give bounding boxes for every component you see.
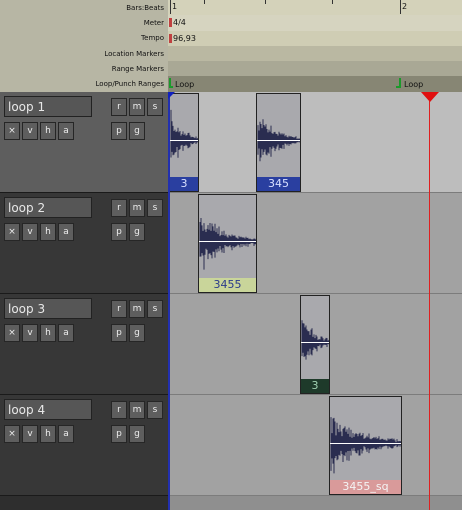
mute-button[interactable]: m [129, 401, 145, 419]
edit-point-line [168, 92, 170, 510]
view-button[interactable]: v [22, 324, 38, 342]
view-button[interactable]: v [22, 223, 38, 241]
region-name: 3455 [199, 278, 256, 292]
height-button[interactable]: h [40, 425, 56, 443]
bar-1-label: 1 [172, 2, 178, 11]
meter-value: 4/4 [173, 18, 186, 27]
region-name: 3455_sq [330, 480, 401, 494]
record-button[interactable]: r [111, 98, 127, 116]
playhead-marker[interactable] [421, 92, 439, 102]
loop-start-marker-icon[interactable] [169, 78, 173, 88]
tempo-marker[interactable] [169, 34, 172, 43]
track-header-loop-4[interactable]: loop 4 r m s × v h a p g [0, 395, 168, 496]
view-button[interactable]: v [22, 425, 38, 443]
height-button[interactable]: h [40, 324, 56, 342]
close-icon[interactable]: × [4, 425, 20, 443]
ruler-label-loop-punch: Loop/Punch Ranges [95, 80, 164, 88]
loop-end-label: Loop [404, 80, 424, 89]
ruler-label-range-markers: Range Markers [111, 65, 164, 73]
audio-region[interactable]: 345 [256, 93, 301, 192]
group-button[interactable]: g [129, 223, 145, 241]
audio-region[interactable]: 3455 [198, 194, 257, 293]
tempo-value: 96,93 [173, 34, 196, 43]
solo-button[interactable]: s [147, 401, 163, 419]
track-name-field[interactable]: loop 4 [4, 399, 92, 420]
track-header-loop-3[interactable]: loop 3 r m s × v h a p g [0, 294, 168, 395]
track-list-footer [0, 496, 168, 510]
automation-button[interactable]: a [58, 425, 74, 443]
close-icon[interactable]: × [4, 122, 20, 140]
automation-button[interactable]: a [58, 223, 74, 241]
automation-button[interactable]: a [58, 122, 74, 140]
playhead-line[interactable] [429, 92, 430, 510]
record-button[interactable]: r [111, 300, 127, 318]
loop-start-label: Loop [175, 80, 195, 89]
ruler-label-tempo: Tempo [141, 34, 164, 42]
ruler-labels: Bars:Beats Meter Tempo Location Markers … [0, 0, 168, 92]
mute-button[interactable]: m [129, 98, 145, 116]
playlist-button[interactable]: p [111, 324, 127, 342]
track-header-loop-2[interactable]: loop 2 r m s × v h a p g [0, 193, 168, 294]
mute-button[interactable]: m [129, 300, 145, 318]
track-lane-loop-1[interactable] [168, 92, 462, 193]
bar-2-label: 2 [402, 2, 408, 11]
playlist-button[interactable]: p [111, 223, 127, 241]
loop-end-marker-icon[interactable] [396, 78, 401, 88]
track-name-field[interactable]: loop 1 [4, 96, 92, 117]
meter-marker[interactable] [169, 18, 172, 27]
bar-tick [170, 0, 171, 14]
view-button[interactable]: v [22, 122, 38, 140]
waveform [257, 119, 300, 162]
ruler-area[interactable]: 1 2 4/4 96,93 Loop Loop [168, 0, 462, 92]
region-name: 3 [301, 379, 329, 393]
region-name: 3 [170, 177, 198, 191]
mute-button[interactable]: m [129, 199, 145, 217]
height-button[interactable]: h [40, 223, 56, 241]
bar-tick [400, 0, 401, 14]
automation-button[interactable]: a [58, 324, 74, 342]
bars-beats-ruler[interactable]: 1 2 [168, 0, 462, 15]
solo-button[interactable]: s [147, 199, 163, 217]
waveform [330, 417, 401, 474]
close-icon[interactable]: × [4, 324, 20, 342]
beat-tick [204, 0, 205, 4]
track-name-field[interactable]: loop 3 [4, 298, 92, 319]
solo-button[interactable]: s [147, 98, 163, 116]
waveform [301, 320, 329, 360]
tempo-ruler[interactable]: 96,93 [168, 31, 462, 46]
playlist-button[interactable]: p [111, 425, 127, 443]
location-markers-ruler[interactable] [168, 46, 462, 61]
solo-button[interactable]: s [147, 300, 163, 318]
ruler-label-meter: Meter [143, 19, 164, 27]
audio-region[interactable]: 3 [300, 295, 330, 394]
playlist-button[interactable]: p [111, 122, 127, 140]
edit-point-marker[interactable] [168, 92, 175, 99]
range-markers-ruler[interactable] [168, 61, 462, 76]
track-name-field[interactable]: loop 2 [4, 197, 92, 218]
audio-region[interactable]: 3455_sq [329, 396, 402, 495]
group-button[interactable]: g [129, 122, 145, 140]
region-name: 345 [257, 177, 300, 191]
ruler-label-location-markers: Location Markers [104, 50, 164, 58]
height-button[interactable]: h [40, 122, 56, 140]
beat-tick [265, 0, 266, 4]
audio-region[interactable]: 3 [169, 93, 199, 192]
close-icon[interactable]: × [4, 223, 20, 241]
record-button[interactable]: r [111, 199, 127, 217]
meter-ruler[interactable]: 4/4 [168, 15, 462, 31]
waveform [170, 109, 198, 158]
record-button[interactable]: r [111, 401, 127, 419]
ruler-label-bars-beats: Bars:Beats [126, 4, 164, 12]
beat-tick [332, 0, 333, 4]
track-header-loop-1[interactable]: loop 1 r m s × v h a p g [0, 92, 168, 193]
group-button[interactable]: g [129, 425, 145, 443]
waveform [199, 218, 256, 270]
track-lane-loop-4[interactable] [168, 395, 462, 496]
timeline-footer [168, 496, 462, 510]
loop-punch-ruler[interactable]: Loop Loop [168, 76, 462, 92]
group-button[interactable]: g [129, 324, 145, 342]
